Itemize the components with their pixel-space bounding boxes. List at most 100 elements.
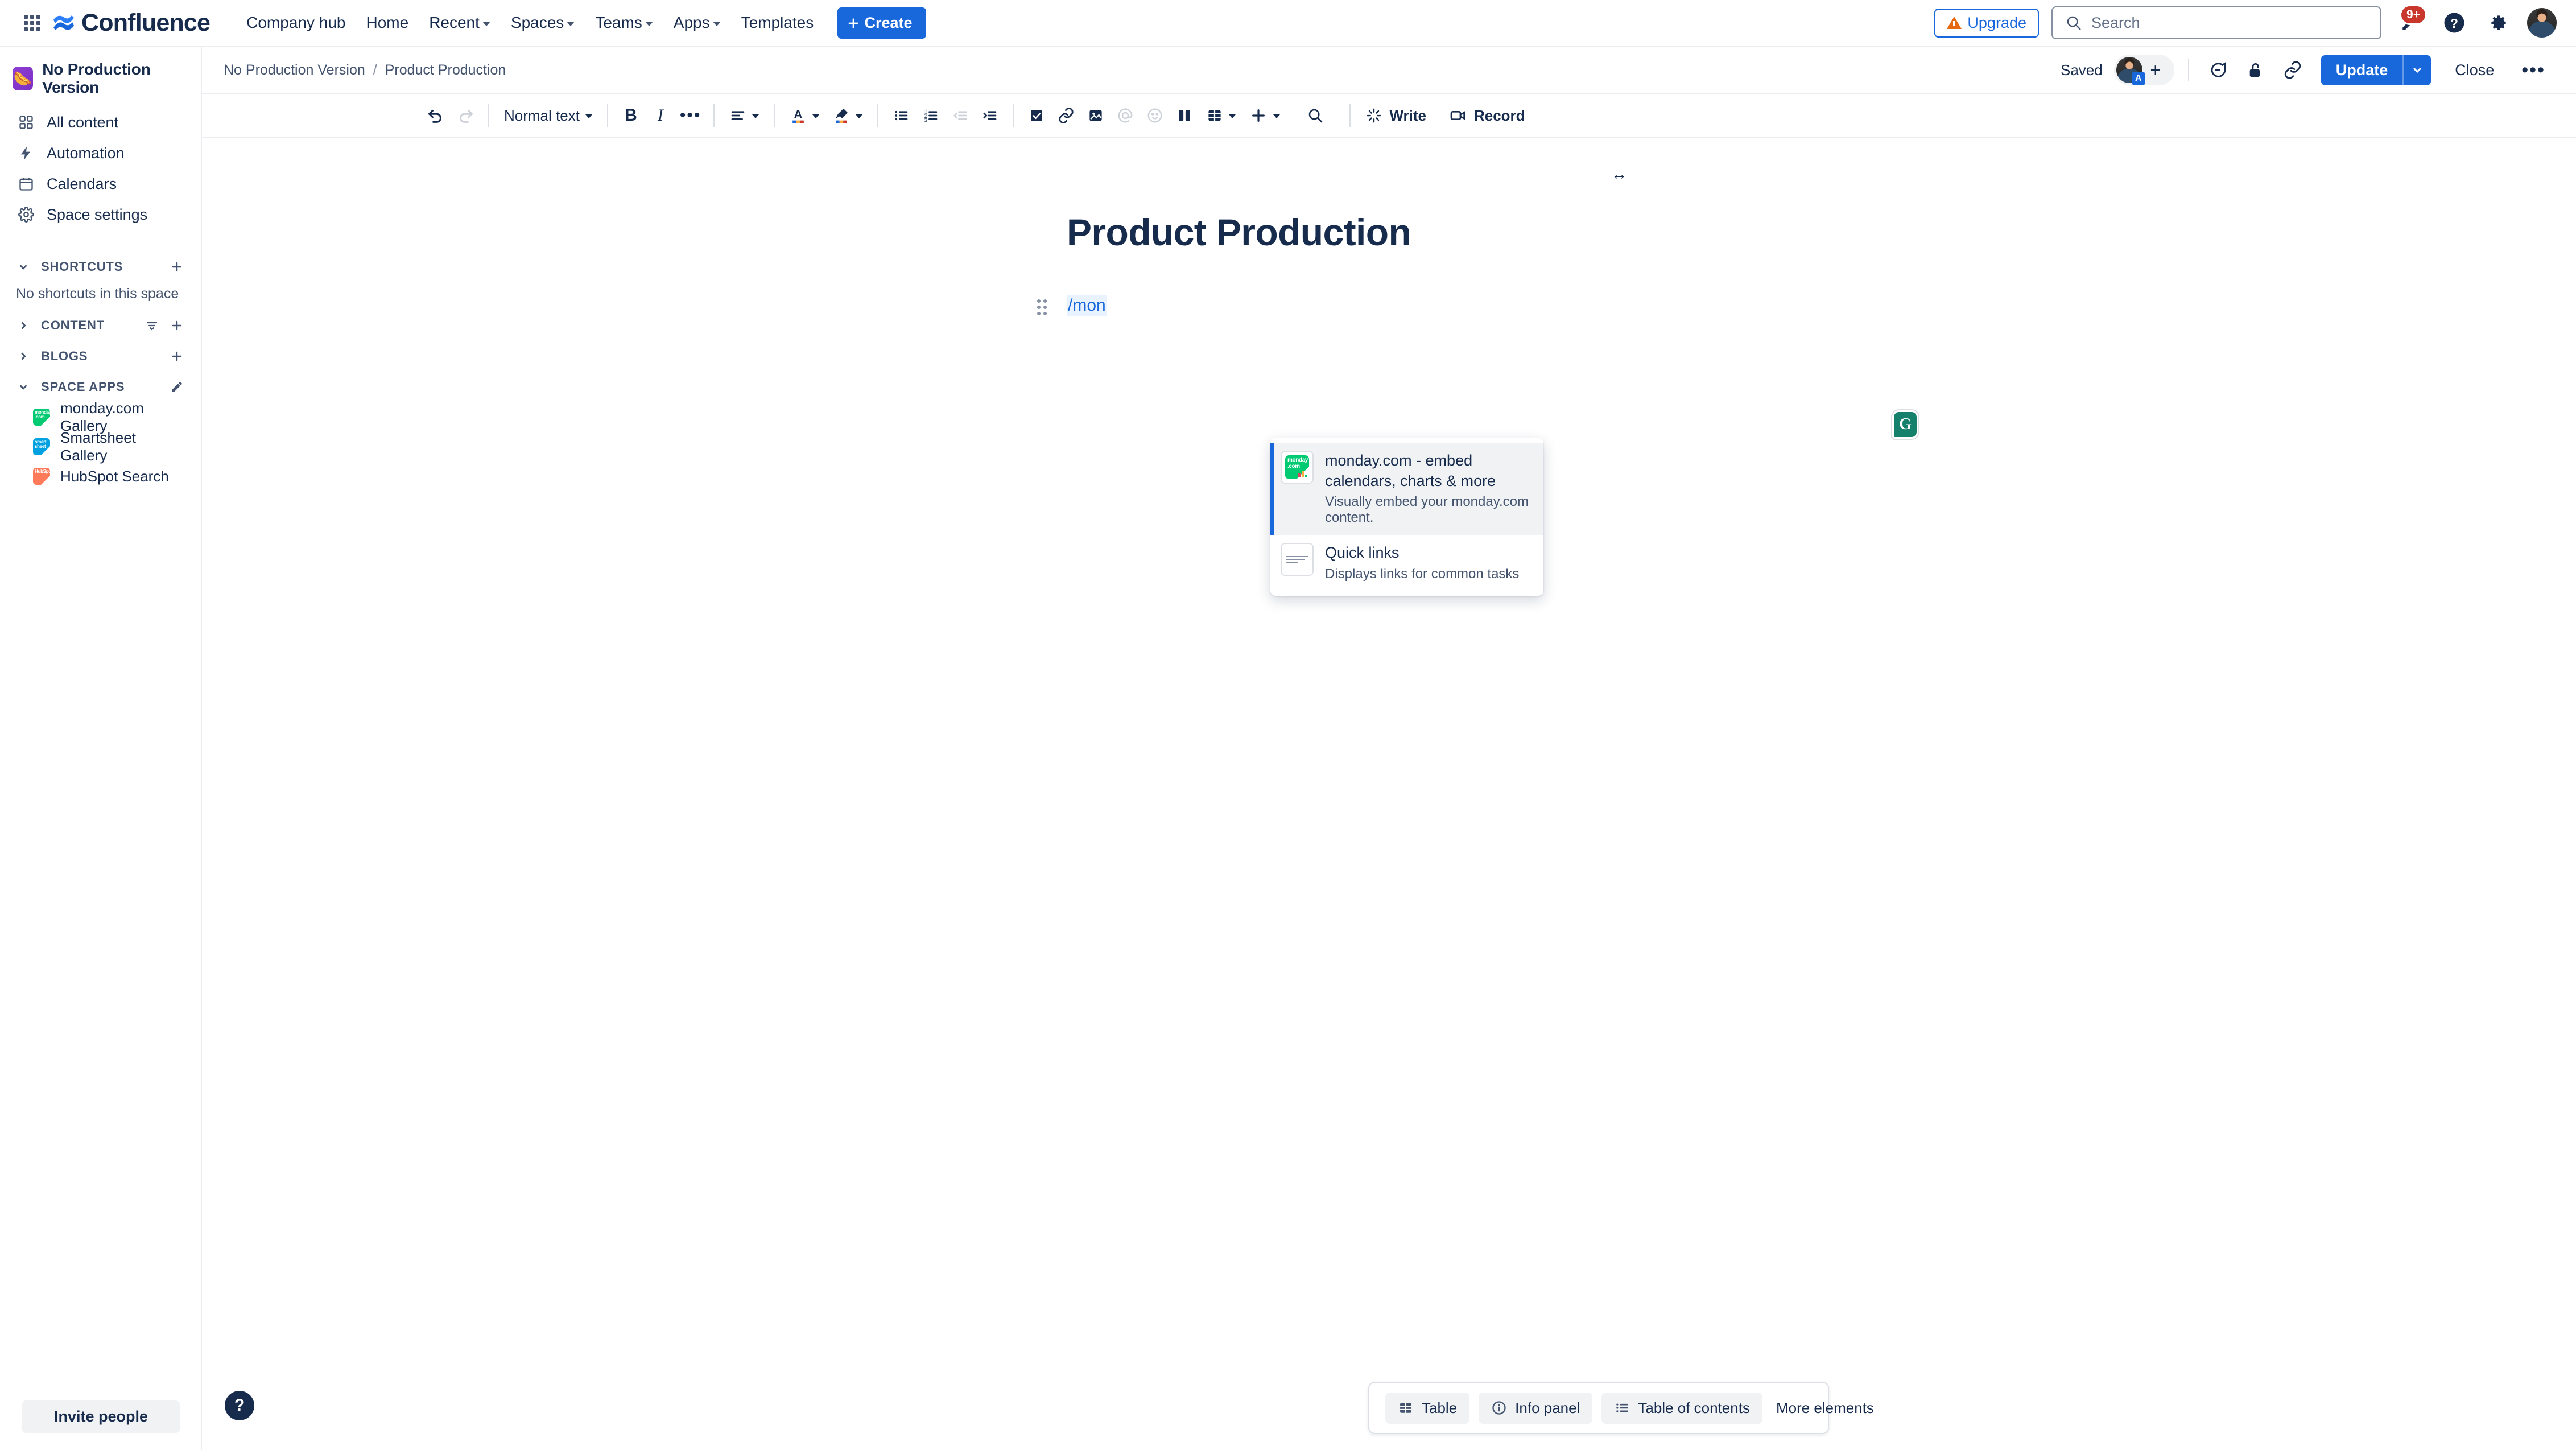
breadcrumb-space[interactable]: No Production Version: [224, 62, 365, 79]
page-more-actions-button[interactable]: •••: [2513, 60, 2553, 80]
update-dropdown-button[interactable]: [2402, 55, 2431, 85]
chevron-down-icon: [712, 21, 721, 26]
element-insert-bar: Table Info panel Table of contents More …: [1368, 1382, 1874, 1434]
chevron-down-icon[interactable]: [14, 377, 33, 397]
undo-icon[interactable]: [421, 101, 451, 130]
sidebar-item-calendars[interactable]: Calendars: [8, 168, 193, 199]
upgrade-button[interactable]: Upgrade: [1934, 8, 2039, 38]
help-question-icon[interactable]: ?: [225, 1391, 254, 1420]
sidebar-section-blogs[interactable]: BLOGS: [8, 341, 193, 372]
sidebar-item-monday-gallery[interactable]: monday .com monday.com Gallery: [8, 399, 193, 434]
ai-write-button[interactable]: Write: [1359, 101, 1433, 130]
indent-icon[interactable]: [975, 101, 1005, 130]
text-color-icon[interactable]: A: [783, 101, 826, 130]
bullet-list-icon[interactable]: [886, 101, 916, 130]
find-replace-icon[interactable]: [1301, 101, 1330, 130]
table-icon[interactable]: [1199, 101, 1242, 130]
space-header[interactable]: 🌭 No Production Version: [0, 47, 201, 107]
comment-icon[interactable]: [2203, 55, 2232, 85]
layouts-icon[interactable]: [1170, 101, 1199, 130]
confluence-logo[interactable]: Confluence: [52, 9, 210, 37]
chevron-down-icon: [1229, 114, 1236, 118]
chevron-right-icon[interactable]: [14, 316, 33, 335]
user-avatar[interactable]: [2527, 8, 2557, 38]
invite-people-button[interactable]: Invite people: [22, 1400, 180, 1433]
copy-link-icon[interactable]: [2278, 55, 2307, 85]
slash-menu-item-monday[interactable]: monday .com monday.com - embed calendars,…: [1270, 443, 1543, 535]
text-style-dropdown[interactable]: Normal text: [497, 101, 599, 130]
help-icon[interactable]: ?: [2438, 7, 2470, 39]
notification-badge: 9+: [2400, 5, 2427, 26]
create-button[interactable]: + Create: [837, 7, 926, 39]
sidebar-section-shortcuts[interactable]: SHORTCUTS: [8, 252, 193, 282]
record-button[interactable]: Record: [1442, 101, 1532, 130]
update-button[interactable]: Update: [2321, 55, 2403, 85]
add-icon[interactable]: [167, 315, 187, 336]
text-alignment-dropdown[interactable]: [723, 101, 766, 130]
notification-bell-icon[interactable]: 9+: [2394, 5, 2427, 39]
slash-command-text[interactable]: /mon: [1067, 295, 1107, 316]
collaborator-avatar[interactable]: [2116, 57, 2145, 85]
page-title[interactable]: Product Production: [1067, 211, 1863, 254]
chevron-down-icon: [567, 21, 575, 26]
sidebar-item-automation[interactable]: Automation: [8, 138, 193, 168]
sidebar-item-space-settings[interactable]: Space settings: [8, 199, 193, 230]
nav-link-teams[interactable]: Teams: [586, 9, 662, 37]
grammarly-icon[interactable]: G: [1894, 412, 1917, 437]
close-button[interactable]: Close: [2443, 55, 2505, 85]
upgrade-button-label: Upgrade: [1967, 14, 2026, 31]
italic-button[interactable]: I: [646, 101, 675, 130]
nav-link-apps[interactable]: Apps: [664, 9, 730, 37]
document-body: Product Production /mon: [1037, 138, 1863, 321]
insert-table-button[interactable]: Table: [1385, 1392, 1470, 1424]
slash-menu-item-quick-links[interactable]: Quick links Displays links for common ta…: [1270, 535, 1543, 591]
filter-icon[interactable]: [142, 315, 162, 336]
sidebar-item-all-content[interactable]: All content: [8, 107, 193, 138]
nav-link-recent[interactable]: Recent: [420, 9, 499, 37]
outdent-icon[interactable]: [946, 101, 975, 130]
space-emoji: 🌭: [13, 69, 32, 87]
numbered-list-icon[interactable]: 1 2 3: [916, 101, 946, 130]
nav-link-home[interactable]: Home: [357, 9, 418, 37]
link-icon[interactable]: [1051, 101, 1081, 130]
sidebar-section-space-apps[interactable]: SPACE APPS: [8, 372, 193, 402]
sidebar-item-smartsheet-gallery[interactable]: smart sheet Smartsheet Gallery: [8, 429, 193, 464]
mention-icon[interactable]: [1111, 101, 1140, 130]
more-formatting-button[interactable]: •••: [675, 101, 706, 130]
nav-link-company-hub[interactable]: Company hub: [237, 9, 354, 37]
chevron-down-icon[interactable]: [14, 257, 33, 277]
nav-link-templates[interactable]: Templates: [732, 9, 823, 37]
sidebar-item-label: HubSpot Search: [60, 467, 169, 485]
image-icon[interactable]: [1081, 101, 1111, 130]
nav-link-label: Teams: [595, 14, 642, 31]
sidebar-item-hubspot-search[interactable]: HubSpot HubSpot Search: [8, 462, 193, 491]
breadcrumb-page[interactable]: Product Production: [385, 62, 506, 79]
add-collaborator-button[interactable]: +: [2144, 58, 2168, 82]
page-restrictions-lock-icon[interactable]: [2240, 55, 2270, 85]
smartsheet-app-icon: smart sheet: [33, 438, 50, 455]
editor-toolbar: Normal text B I ••• A 1 2 3 Write Record: [202, 94, 2576, 138]
insert-info-panel-button[interactable]: Info panel: [1479, 1392, 1593, 1424]
quick-links-icon: [1281, 543, 1314, 576]
drag-handle-icon[interactable]: [1037, 299, 1052, 318]
sidebar-section-content[interactable]: CONTENT: [8, 310, 193, 341]
slash-menu-item-description: Displays links for common tasks: [1325, 566, 1520, 582]
list-icon: [1616, 1403, 1628, 1412]
highlight-color-icon[interactable]: [826, 101, 869, 130]
insert-more-icon[interactable]: [1242, 101, 1287, 130]
task-checkbox-icon[interactable]: [1022, 101, 1051, 130]
insert-table-of-contents-button[interactable]: Table of contents: [1601, 1392, 1762, 1424]
nav-link-spaces[interactable]: Spaces: [502, 9, 584, 37]
app-switcher-icon[interactable]: [19, 10, 44, 35]
section-label: CONTENT: [41, 318, 105, 332]
add-icon[interactable]: [167, 257, 187, 277]
settings-gear-icon[interactable]: [2483, 7, 2515, 39]
more-elements-button[interactable]: More elements: [1772, 1393, 1879, 1424]
search-input[interactable]: Search: [2051, 6, 2381, 39]
chevron-right-icon[interactable]: [14, 347, 33, 366]
edit-pencil-icon[interactable]: [167, 377, 187, 397]
emoji-icon[interactable]: [1140, 101, 1170, 130]
add-icon[interactable]: [167, 346, 187, 366]
redo-icon[interactable]: [451, 101, 480, 130]
bold-button[interactable]: B: [616, 101, 646, 130]
